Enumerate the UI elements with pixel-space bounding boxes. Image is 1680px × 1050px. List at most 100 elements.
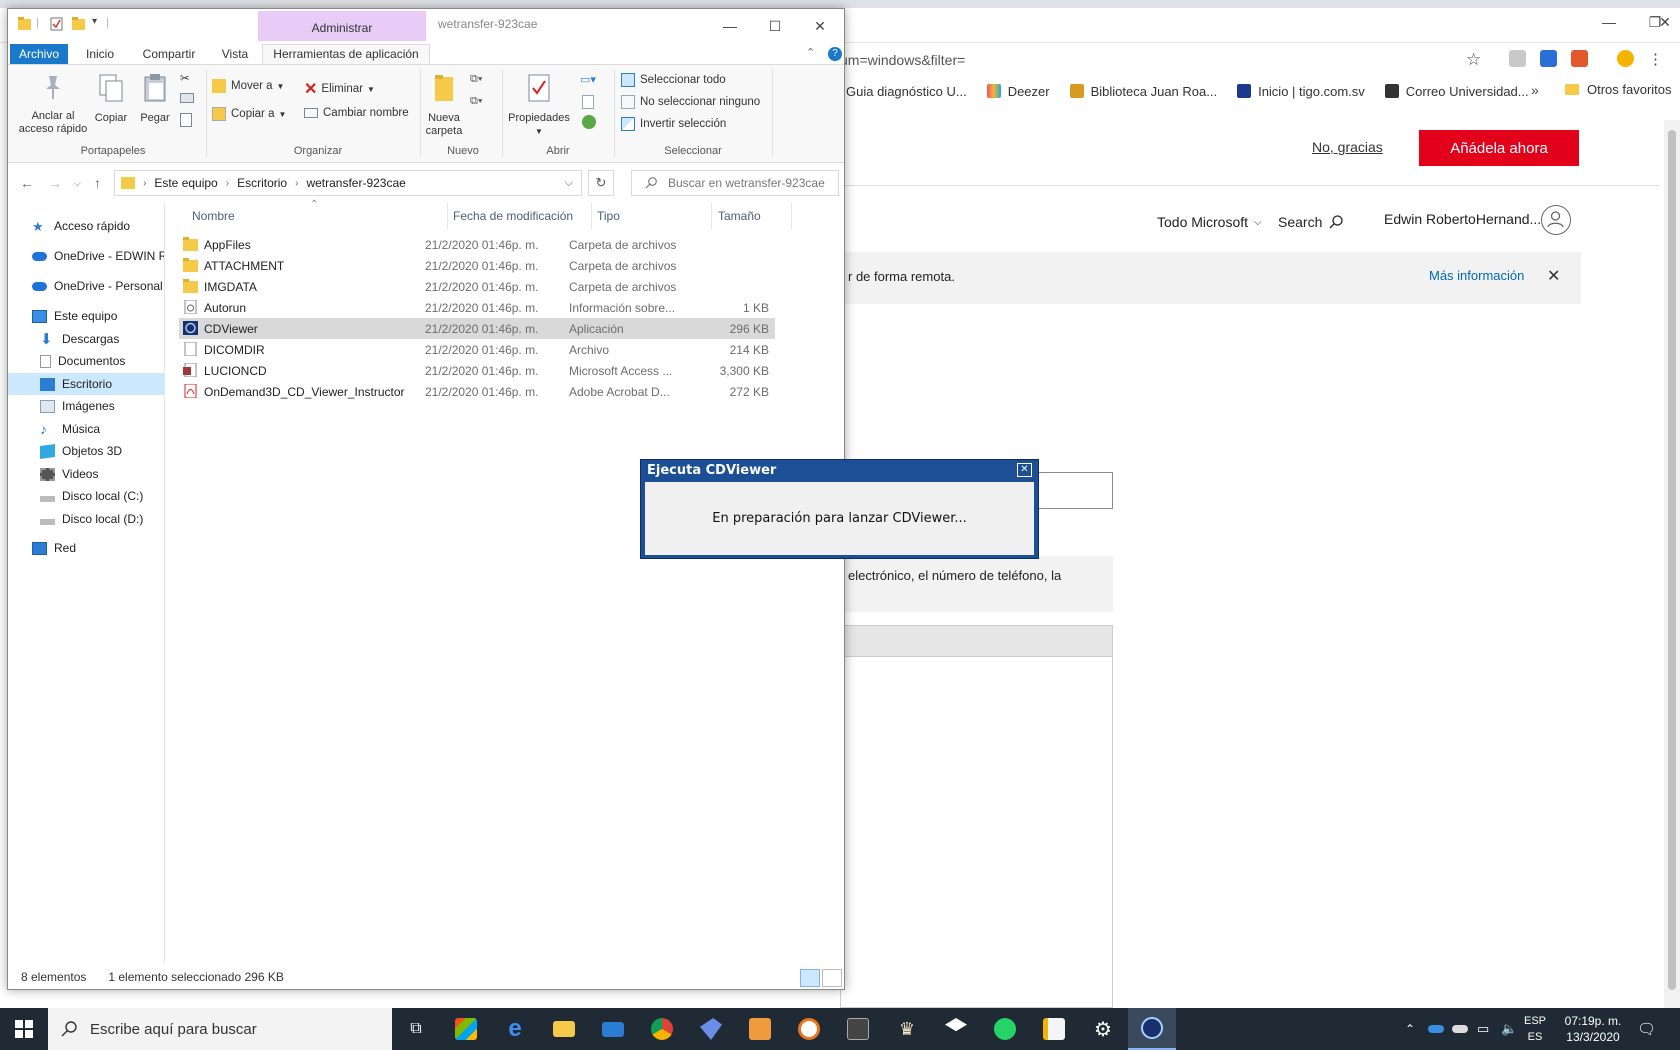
taskbar-app[interactable]: ⚙ — [1079, 1008, 1127, 1050]
column-separator[interactable] — [711, 203, 712, 229]
nav-item-drive-c[interactable]: Disco local (C:) — [8, 485, 164, 507]
notifications-icon[interactable]: 🗨 — [1637, 1008, 1656, 1050]
extension-icon[interactable] — [1509, 50, 1526, 67]
scrollbar[interactable] — [1664, 120, 1680, 1008]
nav-item-downloads[interactable]: ⬇ Descargas — [8, 328, 164, 350]
all-microsoft-menu[interactable]: Todo Microsoft ⌵ — [1157, 214, 1262, 230]
tab-home[interactable]: Inicio — [78, 44, 122, 64]
show-hidden-icons-icon[interactable]: ⌃ — [1405, 1008, 1415, 1050]
no-thanks-link[interactable]: No, gracias — [1312, 139, 1383, 155]
file-row[interactable]: AppFiles 21/2/2020 01:46p. m. Carpeta de… — [179, 234, 775, 255]
browser-minimize-button[interactable]: — — [1586, 10, 1632, 34]
nav-item-3d-objects[interactable]: Objetos 3D — [8, 440, 164, 462]
close-icon[interactable]: ✕ — [1017, 463, 1032, 477]
nav-item-network[interactable]: Red — [8, 537, 164, 559]
taskbar-search-input[interactable]: Escribe aquí para buscar — [48, 1008, 392, 1050]
history-icon[interactable] — [582, 115, 596, 129]
nav-item-onedrive-personal[interactable]: OneDrive - Personal — [8, 275, 164, 297]
nav-item-onedrive-edwin[interactable]: OneDrive - EDWIN RC — [8, 245, 164, 267]
profile-icon[interactable] — [1617, 50, 1634, 67]
search-input[interactable]: Buscar en wetransfer-923cae — [631, 170, 839, 196]
copy-button[interactable]: Copiar — [92, 73, 130, 125]
office-extension-icon[interactable] — [1571, 50, 1588, 67]
bookmark-item[interactable]: Guia diagnóstico U... — [840, 84, 967, 99]
edit-icon[interactable] — [582, 95, 594, 109]
select-none-button[interactable]: No seleccionar ninguno — [621, 95, 760, 109]
menu-dots-icon[interactable]: ⋮ — [1648, 50, 1663, 68]
recent-locations-icon[interactable]: ⌵ — [74, 178, 81, 189]
clock[interactable]: 07:19p. m. 13/3/2020 — [1555, 1013, 1631, 1045]
avatar[interactable] — [1541, 205, 1571, 235]
column-name[interactable]: Nombre — [192, 203, 432, 229]
onedrive-personal-tray-icon[interactable] — [1452, 1008, 1468, 1050]
volume-icon[interactable]: 🔈 — [1501, 1008, 1517, 1050]
file-row[interactable]: OnDemand3D_CD_Viewer_Instructor 21/2/202… — [179, 381, 775, 402]
taskbar-app-cdviewer[interactable] — [1128, 1008, 1176, 1050]
taskbar-app[interactable] — [442, 1008, 490, 1050]
file-row[interactable]: DICOMDIR 21/2/2020 01:46p. m. Archivo 21… — [179, 339, 775, 360]
taskbar-app-explorer[interactable] — [540, 1008, 588, 1050]
taskbar-app[interactable] — [834, 1008, 882, 1050]
minimize-button[interactable]: — — [708, 15, 752, 37]
network-tray-icon[interactable]: ▭ — [1477, 1008, 1489, 1050]
tab-application-tools[interactable]: Herramientas de aplicación — [262, 44, 430, 64]
refresh-button[interactable]: ↻ — [588, 170, 614, 196]
tab-view[interactable]: Vista — [216, 44, 254, 64]
scrollbar-thumb[interactable] — [1668, 130, 1676, 990]
file-row[interactable]: Autorun 21/2/2020 01:46p. m. Información… — [179, 297, 775, 318]
file-row[interactable]: LUCIONCD 21/2/2020 01:46p. m. Microsoft … — [179, 360, 775, 381]
column-separator[interactable] — [591, 203, 592, 229]
properties-button[interactable]: Propiedades ▼ — [506, 73, 572, 138]
more-info-link[interactable]: Más información — [1429, 268, 1524, 283]
task-view-button[interactable]: ⧉ — [392, 1008, 440, 1050]
nav-item-videos[interactable]: Videos — [8, 463, 164, 485]
browser-close-button[interactable]: ✕ — [1650, 10, 1680, 34]
explorer-title-bar[interactable]: | ▾ | Administrar wetransfer-923cae — ☐ … — [8, 9, 844, 41]
file-row-selected[interactable]: CDViewer 21/2/2020 01:46p. m. Aplicación… — [179, 318, 775, 339]
bookmark-item[interactable]: Deezer — [986, 84, 1050, 99]
bookmark-star-icon[interactable]: ☆ — [1466, 50, 1481, 70]
address-bar[interactable]: um=windows&filter= — [840, 46, 1610, 74]
breadcrumb-this-pc[interactable]: Este equipo — [154, 176, 217, 190]
new-item-icon[interactable]: ⧉▾ — [470, 73, 482, 86]
taskbar-app[interactable]: ♛ — [883, 1008, 931, 1050]
open-icon[interactable]: ▭▾ — [580, 73, 596, 86]
select-all-button[interactable]: Seleccionar todo — [621, 73, 726, 87]
delete-button[interactable]: ✕ Eliminar ▼ — [304, 79, 375, 99]
text-input[interactable] — [1030, 472, 1113, 509]
column-separator[interactable] — [791, 203, 792, 229]
nav-item-drive-d[interactable]: Disco local (D:) — [8, 508, 164, 530]
nav-item-quick-access[interactable]: ★ Acceso rápido — [8, 215, 164, 237]
back-arrow-icon[interactable]: ← — [20, 175, 34, 191]
taskbar-app[interactable] — [981, 1008, 1029, 1050]
tab-share[interactable]: Compartir — [136, 44, 202, 64]
breadcrumb-desktop[interactable]: Escritorio — [237, 176, 287, 190]
nav-item-this-pc[interactable]: Este equipo — [8, 305, 164, 327]
forward-arrow-icon[interactable]: → — [48, 175, 62, 191]
move-to-button[interactable]: Mover a ▼ — [212, 79, 284, 93]
taskbar-app[interactable] — [638, 1008, 686, 1050]
taskbar-app[interactable] — [687, 1008, 735, 1050]
easy-access-icon[interactable]: ⧉▾ — [470, 95, 482, 108]
tab-file[interactable]: Archivo — [10, 44, 68, 64]
collapse-ribbon-icon[interactable]: ⌃ — [806, 46, 815, 59]
paste-shortcut-icon[interactable] — [180, 113, 192, 127]
rename-button[interactable]: Cambiar nombre — [304, 107, 409, 119]
nav-item-music[interactable]: ♪ Música — [8, 418, 164, 440]
add-now-button[interactable]: Añádela ahora — [1419, 130, 1579, 166]
site-search-button[interactable]: Search — [1278, 214, 1344, 230]
other-bookmarks-folder[interactable]: Otros favoritos — [1565, 82, 1672, 97]
taskbar-app[interactable]: e — [491, 1008, 539, 1050]
copy-path-icon[interactable] — [180, 93, 194, 103]
taskbar-app[interactable] — [1030, 1008, 1078, 1050]
nav-item-documents[interactable]: Documentos — [8, 350, 164, 372]
nav-item-pictures[interactable]: Imágenes — [8, 395, 164, 417]
breadcrumb[interactable]: › Este equipo › Escritorio › wetransfer-… — [114, 170, 582, 196]
taskbar-app[interactable] — [785, 1008, 833, 1050]
close-button[interactable]: ✕ — [798, 15, 842, 37]
bookmark-item[interactable]: Inicio | tigo.com.sv — [1237, 84, 1365, 99]
column-separator[interactable] — [447, 203, 448, 229]
chevron-down-icon[interactable]: ⌵ — [565, 177, 573, 190]
column-type[interactable]: Tipo — [597, 203, 707, 229]
new-folder-icon[interactable] — [72, 17, 85, 31]
